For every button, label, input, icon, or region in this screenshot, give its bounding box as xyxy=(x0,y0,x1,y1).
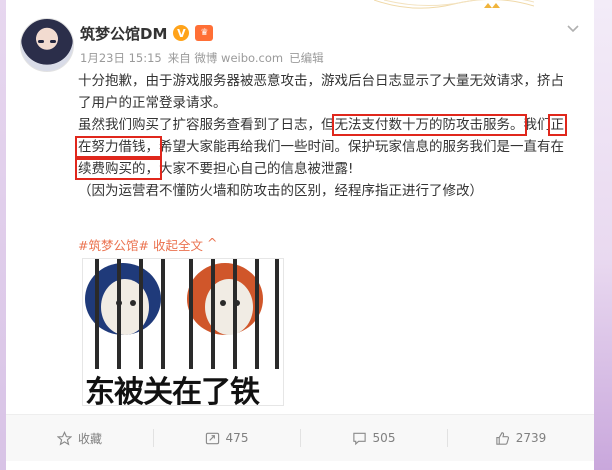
author-avatar[interactable] xyxy=(20,18,74,72)
post-meta: 1月23日 15:15 来自 微博 weibo.com 已编辑 xyxy=(80,50,324,66)
text-segment: 虽然我们购买了扩容服务查看到了日志，但 xyxy=(78,117,335,133)
avatar-eye xyxy=(50,40,56,43)
comment-button[interactable]: 505 xyxy=(300,415,447,461)
chevron-up-icon[interactable]: ^ xyxy=(207,235,217,254)
repost-button[interactable]: 475 xyxy=(153,415,300,461)
repost-icon xyxy=(205,432,219,444)
author-name[interactable]: 筑梦公馆DM xyxy=(80,23,167,44)
post-paragraph: 十分抱歉，由于游戏服务器被恶意攻击，游戏后台日志显示了大量无效请求，挤占了用户的… xyxy=(78,73,564,111)
text-segment: 我们 xyxy=(523,117,551,133)
highlighted-text: 无法支付数十万的防攻击服务。 xyxy=(331,114,527,136)
post-paragraph: 虽然我们购买了扩容服务查看到了日志，但无法支付数十万的防攻击服务。我们正在努力借… xyxy=(75,114,568,180)
right-scroll-area[interactable] xyxy=(594,0,612,470)
topic-row: #筑梦公馆# 收起全文 ^ xyxy=(78,235,217,254)
comment-icon xyxy=(352,432,366,445)
like-count: 2739 xyxy=(515,431,547,445)
topic-link[interactable]: #筑梦公馆# xyxy=(78,235,149,254)
chevron-down-icon[interactable] xyxy=(566,22,580,36)
edited-label: 已编辑 xyxy=(289,51,324,65)
post-body: 十分抱歉，由于游戏服务器被恶意攻击，游戏后台日志显示了大量无效请求，挤占了用户的… xyxy=(75,70,568,202)
favorite-label: 收藏 xyxy=(77,431,102,446)
repost-count: 475 xyxy=(225,431,249,445)
collapse-link[interactable]: 收起全文 xyxy=(153,235,203,254)
comment-count: 505 xyxy=(372,431,396,445)
post-date[interactable]: 1月23日 15:15 xyxy=(80,50,162,66)
meme-caption: 东被关在了铁 xyxy=(85,375,260,406)
post-paragraph: （因为运营君不懂防火墙和防攻击的区别，经程序指正进行了修改） xyxy=(78,183,483,199)
verified-icon: V xyxy=(173,25,190,41)
text-segment: 希望大家能再给我们一些时间。保护玩家信息的服务我们是一直有在 xyxy=(159,139,564,155)
post-source: 来自 微博 weibo.com xyxy=(167,51,284,65)
star-icon xyxy=(56,430,72,445)
meme-art xyxy=(85,259,279,369)
action-bar: 收藏 475 505 2739 xyxy=(6,414,594,461)
weibo-post-card: 筑梦公馆DM V ♛ 1月23日 15:15 来自 微博 weibo.com 已… xyxy=(6,0,594,470)
vip-badge-icon: ♛ xyxy=(195,25,214,41)
favorite-button[interactable]: 收藏 xyxy=(6,415,153,461)
meme-image[interactable]: 东被关在了铁 xyxy=(82,258,284,406)
decorative-banner-icon xyxy=(374,0,534,9)
thumbs-up-icon xyxy=(496,431,509,445)
avatar-eye xyxy=(38,40,44,43)
text-segment: 大家不要担心自己的信息被泄露! xyxy=(159,161,354,177)
highlighted-text: 续费购买的， xyxy=(75,158,162,180)
like-button[interactable]: 2739 xyxy=(447,415,594,461)
author-row: 筑梦公馆DM V ♛ xyxy=(80,22,214,44)
